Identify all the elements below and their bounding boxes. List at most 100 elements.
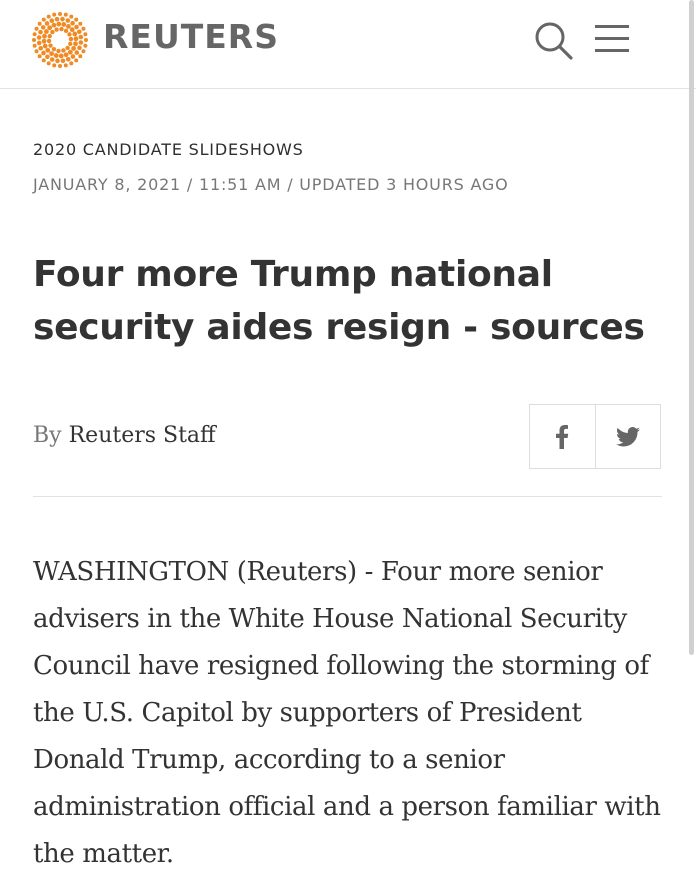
- site-header: REUTERS: [0, 0, 696, 89]
- logo-dot: [37, 21, 42, 26]
- logo-dot: [44, 21, 50, 26]
- logo-dot: [50, 29, 55, 35]
- logo-dot: [32, 43, 37, 48]
- logo-dot: [37, 54, 42, 59]
- reuters-logo-icon[interactable]: [31, 11, 89, 69]
- logo-dot: [83, 32, 88, 37]
- logo-dot: [41, 58, 46, 63]
- logo-dot: [47, 25, 53, 31]
- logo-dot: [40, 25, 46, 30]
- logo-dot: [74, 58, 79, 63]
- logo-dot: [60, 58, 66, 64]
- logo-dot: [49, 51, 54, 57]
- logo-dot: [65, 18, 71, 23]
- byline-author[interactable]: Reuters Staff: [69, 423, 216, 448]
- logo-dot: [46, 38, 52, 44]
- logo-dot: [52, 63, 57, 68]
- logo-dot: [81, 49, 86, 54]
- byline: By Reuters Staff: [33, 421, 216, 451]
- article-body-paragraph: WASHINGTON (Reuters) - Four more senior …: [33, 557, 661, 869]
- byline-divider: [33, 496, 662, 497]
- logo-dot: [51, 46, 57, 52]
- logo-dot: [45, 47, 51, 53]
- logo-dot: [63, 52, 69, 58]
- logo-dot: [53, 53, 59, 58]
- logo-dot: [49, 57, 55, 62]
- article-dateline: JANUARY 8, 2021 / 11:51 AM / UPDATED 3 H…: [33, 175, 509, 194]
- logo-dot: [38, 29, 43, 35]
- logo-dot: [43, 29, 49, 34]
- logo-dot: [81, 26, 86, 31]
- logo-dot: [68, 36, 74, 42]
- logo-dot: [70, 54, 76, 59]
- logo-dot: [55, 58, 60, 64]
- reuters-wordmark[interactable]: REUTERS: [103, 17, 279, 57]
- section-link[interactable]: 2020 CANDIDATE SLIDESHOWS: [33, 139, 304, 161]
- logo-dot: [46, 61, 51, 66]
- logo-dot: [74, 24, 79, 30]
- logo-dot: [38, 45, 43, 51]
- logo-dot: [48, 43, 53, 48]
- logo-dot: [32, 38, 36, 42]
- search-icon: [535, 22, 573, 60]
- logo-dot: [78, 54, 83, 59]
- hamburger-menu-icon: [595, 25, 629, 52]
- logo-dot: [41, 38, 47, 44]
- logo-dot: [58, 53, 64, 59]
- logo-dot: [66, 23, 71, 29]
- logo-dot: [74, 50, 80, 55]
- logo-dot: [34, 26, 39, 31]
- logo-dot: [56, 21, 62, 27]
- logo-dot: [54, 16, 60, 22]
- logo-dot: [74, 17, 79, 22]
- logo-dot: [63, 12, 68, 17]
- logo-dot: [60, 16, 65, 22]
- logo-dot: [68, 41, 73, 47]
- logo-dot: [51, 22, 57, 28]
- menu-button[interactable]: [593, 22, 631, 56]
- logo-dot: [32, 32, 37, 37]
- scrollbar[interactable]: [689, 0, 694, 655]
- logo-dot: [78, 34, 84, 40]
- article-headline: Four more Trump national security aides …: [33, 254, 645, 348]
- logo-dot: [72, 31, 78, 37]
- logo-dot: [61, 48, 66, 53]
- logo-dot: [52, 12, 57, 17]
- search-button[interactable]: [533, 20, 575, 62]
- facebook-icon: [556, 424, 569, 449]
- logo-dot: [84, 38, 88, 42]
- logo-dot: [42, 33, 47, 39]
- logo-dot: [41, 50, 46, 56]
- byline-prefix: By: [33, 423, 62, 448]
- logo-dot: [67, 49, 73, 55]
- logo-dot: [69, 14, 74, 19]
- logo-dot: [42, 43, 48, 49]
- logo-dot: [63, 63, 68, 68]
- logo-dot: [77, 45, 82, 51]
- logo-dot: [67, 32, 72, 37]
- logo-dot: [59, 26, 64, 32]
- logo-dot: [73, 41, 78, 47]
- logo-dot: [58, 64, 62, 68]
- logo-dot: [63, 28, 69, 34]
- logo-dot: [78, 21, 83, 26]
- logo-dot: [69, 61, 74, 66]
- share-facebook-button[interactable]: [530, 405, 595, 468]
- logo-dot: [46, 14, 51, 19]
- logo-dot: [61, 22, 67, 27]
- logo-dot: [47, 33, 52, 39]
- twitter-icon: [615, 426, 640, 446]
- logo-dot: [77, 29, 82, 35]
- logo-dot: [56, 48, 61, 54]
- logo-dot: [54, 27, 59, 32]
- share-twitter-button[interactable]: [594, 405, 661, 468]
- logo-dot: [78, 40, 84, 45]
- logo-dot: [49, 18, 55, 23]
- logo-dot: [34, 49, 39, 54]
- logo-dot: [83, 43, 88, 48]
- logo-dot: [71, 46, 77, 51]
- logo-dot: [70, 20, 75, 26]
- share-buttons: [529, 404, 661, 469]
- logo-dot: [36, 40, 42, 46]
- logo-dot: [41, 17, 46, 22]
